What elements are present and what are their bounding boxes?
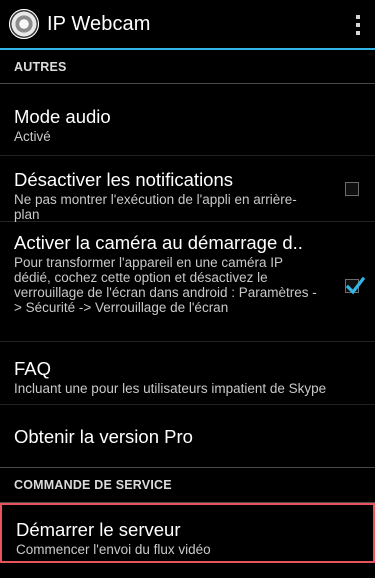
pref-title: Obtenir la version Pro bbox=[14, 426, 193, 447]
pref-summary: Commencer l'envoi du flux vidéo bbox=[16, 542, 211, 557]
menu-dot bbox=[356, 31, 360, 35]
pref-title: Désactiver les notifications bbox=[14, 169, 234, 190]
menu-dot bbox=[356, 23, 360, 27]
pref-disable-notifications[interactable]: Désactiver les notifications Ne pas mont… bbox=[0, 156, 375, 222]
pref-title: FAQ bbox=[14, 358, 52, 379]
pref-title: Démarrer le serveur bbox=[16, 519, 181, 540]
overflow-menu-icon[interactable] bbox=[355, 15, 361, 35]
pref-faq[interactable]: FAQ Incluant une pour les utilisateurs i… bbox=[0, 342, 375, 405]
pref-title: Activer la caméra au démarrage d.. bbox=[14, 232, 303, 253]
pref-summary: Incluant une pour les utilisateurs impat… bbox=[14, 381, 327, 396]
pref-summary: Pour transformer l'appareil en une camér… bbox=[14, 255, 317, 315]
checkmark-icon bbox=[345, 276, 365, 295]
pref-summary: Activé bbox=[14, 129, 51, 144]
pref-title: Mode audio bbox=[14, 106, 111, 127]
action-bar: IP Webcam bbox=[0, 0, 375, 50]
menu-dot bbox=[356, 15, 360, 19]
screen: IP Webcam AUTRES Mode audio Activé Désac… bbox=[0, 0, 375, 578]
pref-summary: Ne pas montrer l'exécution de l'appli en… bbox=[14, 192, 297, 222]
app-title: IP Webcam bbox=[47, 12, 151, 35]
notifications-checkbox[interactable] bbox=[345, 182, 359, 196]
pref-camera-on-boot[interactable]: Activer la caméra au démarrage d.. Pour … bbox=[0, 222, 375, 342]
pref-audio-mode[interactable]: Mode audio Activé bbox=[0, 84, 375, 156]
pref-start-server[interactable]: Démarrer le serveur Commencer l'envoi du… bbox=[0, 503, 375, 563]
pref-get-pro-version[interactable]: Obtenir la version Pro bbox=[0, 405, 375, 468]
camera-on-boot-checkbox[interactable] bbox=[345, 276, 365, 295]
section-header-autres: AUTRES bbox=[0, 50, 375, 84]
section-header-commande: COMMANDE DE SERVICE bbox=[0, 468, 375, 503]
webcam-icon[interactable] bbox=[9, 9, 39, 39]
